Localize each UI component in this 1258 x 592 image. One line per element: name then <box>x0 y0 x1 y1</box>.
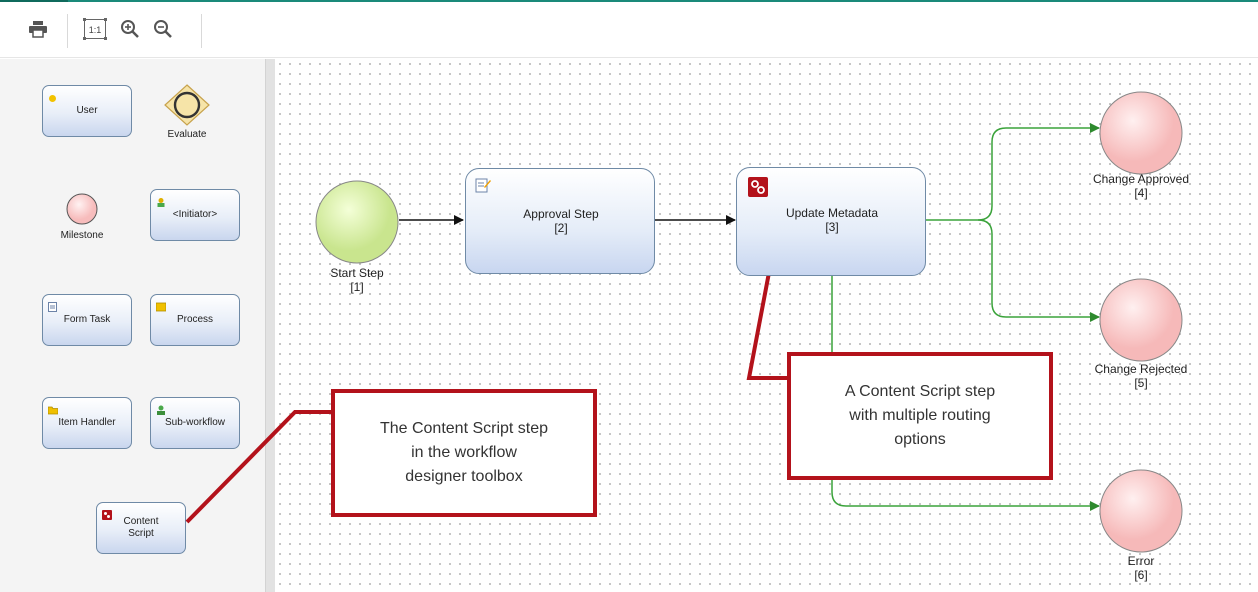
change-approved-circle <box>1099 91 1183 175</box>
change-approved-label[interactable]: Change Approved [4] <box>1071 172 1211 200</box>
change-approved-name: Change Approved <box>1092 172 1190 186</box>
routing-callout-line3: options <box>894 431 946 448</box>
callout-pointer-toolbox <box>185 410 331 524</box>
approval-step-id: [2] <box>554 221 568 235</box>
start-step-id: [1] <box>350 280 364 294</box>
route-to-change-rejected <box>977 219 1100 322</box>
error-name: Error <box>1127 554 1155 568</box>
approval-step-node[interactable]: Approval Step [2] <box>465 168 655 274</box>
change-rejected-name: Change Rejected <box>1094 362 1188 376</box>
update-metadata-node[interactable]: Update Metadata [3] <box>736 167 926 276</box>
toolbox-callout-line2: in the workflow <box>411 444 517 461</box>
callout-pointer-routing <box>746 261 787 380</box>
change-rejected-id: [5] <box>1134 376 1148 390</box>
start-step-label[interactable]: Start Step [1] <box>302 266 412 294</box>
change-rejected-circle <box>1099 278 1183 362</box>
routing-callout-line2: with multiple routing <box>849 407 991 424</box>
start-step-name: Start Step <box>330 266 384 280</box>
update-metadata-id: [3] <box>825 220 839 234</box>
edit-form-icon <box>475 177 491 198</box>
update-metadata-text: Update Metadata [3] <box>737 206 927 234</box>
start-step-circle <box>315 180 399 264</box>
content-script-icon <box>748 177 768 202</box>
error-label[interactable]: Error [6] <box>1091 554 1191 582</box>
routing-callout: A Content Script step with multiple rout… <box>787 352 1053 480</box>
approval-step-text: Approval Step [2] <box>466 207 656 235</box>
change-approved-id: [4] <box>1134 186 1148 200</box>
toolbox-callout: The Content Script step in the workflow … <box>331 389 597 517</box>
toolbox-callout-line3: designer toolbox <box>405 468 523 485</box>
workflow-connectors <box>185 91 1183 553</box>
approval-step-name: Approval Step <box>523 207 599 221</box>
error-id: [6] <box>1134 568 1148 582</box>
change-rejected-label[interactable]: Change Rejected [5] <box>1071 362 1211 390</box>
error-circle <box>1099 469 1183 553</box>
routing-callout-line1: A Content Script step <box>844 383 996 400</box>
update-metadata-name: Update Metadata <box>785 206 879 220</box>
toolbox-callout-line1: The Content Script step <box>379 420 549 437</box>
